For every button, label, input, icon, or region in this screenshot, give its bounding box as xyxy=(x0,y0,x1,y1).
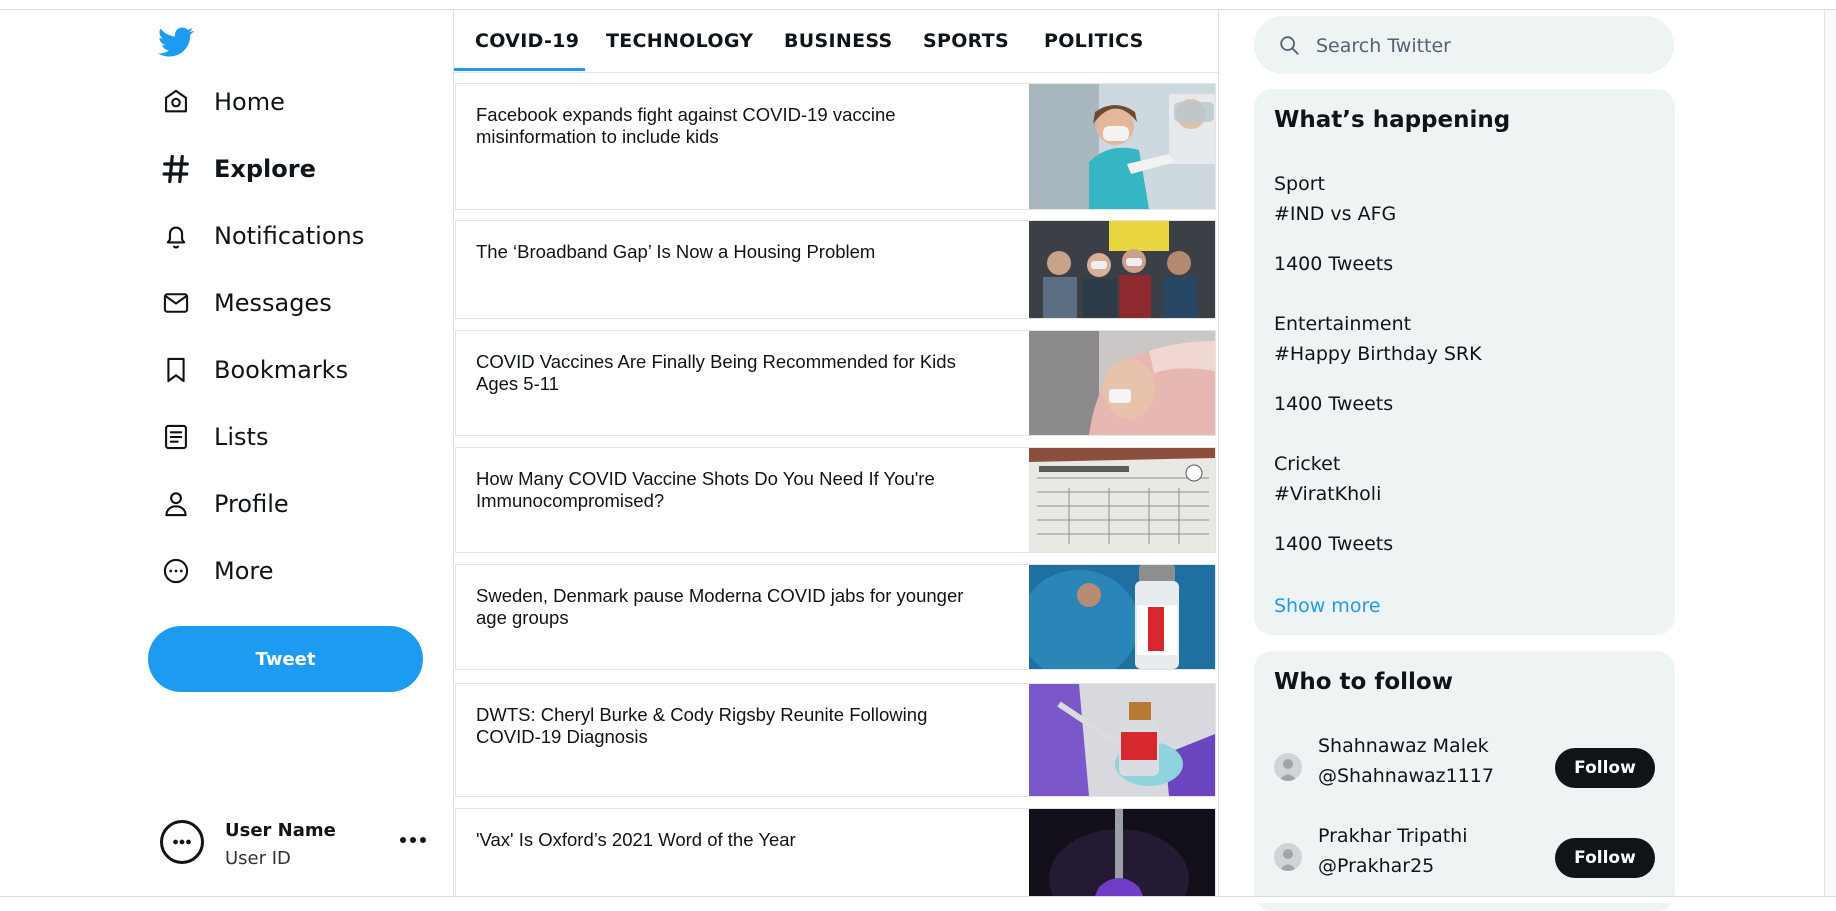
more-horizontal-icon[interactable] xyxy=(396,828,430,852)
tab-sports[interactable]: SPORTS xyxy=(923,30,1009,52)
person-icon xyxy=(160,488,192,520)
trend-item[interactable]: Sport #IND vs AFG 1400 Tweets xyxy=(1274,173,1654,275)
follow-name: Prakhar Tripathi xyxy=(1318,825,1468,847)
nav-label: More xyxy=(214,557,274,585)
follow-name: Shahnawaz Malek xyxy=(1318,735,1489,757)
news-thumbnail xyxy=(1029,684,1215,796)
nav-label: Messages xyxy=(214,289,332,317)
news-card[interactable]: The ‘Broadband Gap’ Is Now a Housing Pro… xyxy=(455,220,1216,319)
follow-handle: @Shahnawaz1117 xyxy=(1318,765,1494,787)
explore-tabs: COVID-19 TECHNOLOGY BUSINESS SPORTS POLI… xyxy=(454,10,1218,73)
twitter-logo-icon[interactable] xyxy=(158,24,198,60)
active-tab-indicator xyxy=(454,68,585,71)
bell-icon xyxy=(160,220,192,252)
trend-item[interactable]: Cricket #ViratKholi 1400 Tweets xyxy=(1274,453,1654,555)
avatar xyxy=(1274,843,1302,871)
tweet-button[interactable]: Tweet xyxy=(148,626,423,692)
home-icon xyxy=(160,86,192,118)
more-circle-icon xyxy=(160,555,192,587)
news-title: Sweden, Denmark pause Moderna COVID jabs… xyxy=(476,585,964,628)
news-title: DWTS: Cheryl Burke & Cody Rigsby Reunite… xyxy=(476,704,928,747)
nav-label: Notifications xyxy=(214,222,365,250)
news-thumbnail xyxy=(1029,221,1215,318)
trend-item[interactable]: Entertainment #Happy Birthday SRK 1400 T… xyxy=(1274,313,1654,415)
follow-suggestion[interactable]: Prakhar Tripathi @Prakhar25 Follow xyxy=(1274,825,1655,891)
tab-politics[interactable]: POLITICS xyxy=(1044,30,1144,52)
list-icon xyxy=(160,421,192,453)
trend-count: 1400 Tweets xyxy=(1274,393,1394,415)
nav-bookmarks[interactable]: Bookmarks xyxy=(160,346,348,394)
avatar xyxy=(1274,753,1302,781)
search-icon xyxy=(1278,34,1300,56)
avatar xyxy=(160,820,204,864)
browser-top-edge xyxy=(0,0,1836,10)
nav-home[interactable]: Home xyxy=(160,78,285,126)
news-thumbnail xyxy=(1029,331,1215,435)
nav-label: Bookmarks xyxy=(214,356,349,384)
left-sidebar: Home Explore Notifications Messages Book… xyxy=(0,10,454,896)
nav-explore[interactable]: Explore xyxy=(160,145,316,193)
whats-happening-panel: What’s happening Sport #IND vs AFG 1400 … xyxy=(1254,89,1675,635)
news-thumbnail xyxy=(1029,809,1215,896)
explore-feed: COVID-19 TECHNOLOGY BUSINESS SPORTS POLI… xyxy=(453,10,1219,896)
nav-more[interactable]: More xyxy=(160,547,274,595)
user-id: User ID xyxy=(225,848,291,869)
user-name: User Name xyxy=(225,820,336,841)
trend-tag: #IND vs AFG xyxy=(1274,203,1397,225)
account-switcher[interactable]: User Name User ID xyxy=(160,818,430,874)
news-title: The ‘Broadband Gap’ Is Now a Housing Pro… xyxy=(476,241,876,262)
page-scrollbar[interactable] xyxy=(1824,10,1836,896)
news-card[interactable]: Sweden, Denmark pause Moderna COVID jabs… xyxy=(455,564,1216,670)
news-card[interactable]: 'Vax' Is Oxford’s 2021 Word of the Year xyxy=(455,808,1216,896)
follow-button[interactable]: Follow xyxy=(1555,748,1655,788)
trend-count: 1400 Tweets xyxy=(1274,533,1394,555)
nav-label: Home xyxy=(214,88,285,116)
bookmark-icon xyxy=(160,354,192,386)
trend-category: Sport xyxy=(1274,173,1326,195)
nav-notifications[interactable]: Notifications xyxy=(160,212,364,260)
news-title: Facebook expands fight against COVID-19 … xyxy=(476,104,896,147)
who-to-follow-panel: Who to follow Shahnawaz Malek @Shahnawaz… xyxy=(1254,651,1675,911)
nav-lists[interactable]: Lists xyxy=(160,413,268,461)
news-thumbnail xyxy=(1019,565,1215,669)
search-box[interactable] xyxy=(1254,16,1674,74)
news-card[interactable]: COVID Vaccines Are Finally Being Recomme… xyxy=(455,330,1216,436)
trend-tag: #Happy Birthday SRK xyxy=(1274,343,1482,365)
nav-profile[interactable]: Profile xyxy=(160,480,289,528)
nav-label: Profile xyxy=(214,490,289,518)
trend-tag: #ViratKholi xyxy=(1274,483,1382,505)
trend-category: Entertainment xyxy=(1274,313,1412,335)
follow-button[interactable]: Follow xyxy=(1555,838,1655,878)
tab-technology[interactable]: TECHNOLOGY xyxy=(606,30,753,52)
search-input[interactable] xyxy=(1314,24,1658,68)
news-thumbnail xyxy=(1029,84,1215,209)
news-card[interactable]: Facebook expands fight against COVID-19 … xyxy=(455,83,1216,210)
news-title: How Many COVID Vaccine Shots Do You Need… xyxy=(476,468,935,511)
panel-title: Who to follow xyxy=(1274,669,1453,695)
mail-icon xyxy=(160,287,192,319)
trend-count: 1400 Tweets xyxy=(1274,253,1394,275)
news-card[interactable]: DWTS: Cheryl Burke & Cody Rigsby Reunite… xyxy=(455,683,1216,797)
news-title: 'Vax' Is Oxford’s 2021 Word of the Year xyxy=(476,829,796,850)
follow-suggestion[interactable]: Shahnawaz Malek @Shahnawaz1117 Follow xyxy=(1274,735,1655,801)
news-card[interactable]: How Many COVID Vaccine Shots Do You Need… xyxy=(455,447,1216,553)
nav-messages[interactable]: Messages xyxy=(160,279,332,327)
news-title: COVID Vaccines Are Finally Being Recomme… xyxy=(476,351,956,394)
panel-title: What’s happening xyxy=(1274,107,1511,133)
follow-handle: @Prakhar25 xyxy=(1318,855,1435,877)
hashtag-icon xyxy=(160,153,192,185)
nav-label: Lists xyxy=(214,423,269,451)
news-thumbnail xyxy=(1029,448,1215,552)
show-more-link[interactable]: Show more xyxy=(1274,595,1381,617)
tab-business[interactable]: BUSINESS xyxy=(784,30,892,52)
tab-covid-19[interactable]: COVID-19 xyxy=(475,30,579,52)
trend-category: Cricket xyxy=(1274,453,1341,475)
nav-label: Explore xyxy=(214,155,316,183)
